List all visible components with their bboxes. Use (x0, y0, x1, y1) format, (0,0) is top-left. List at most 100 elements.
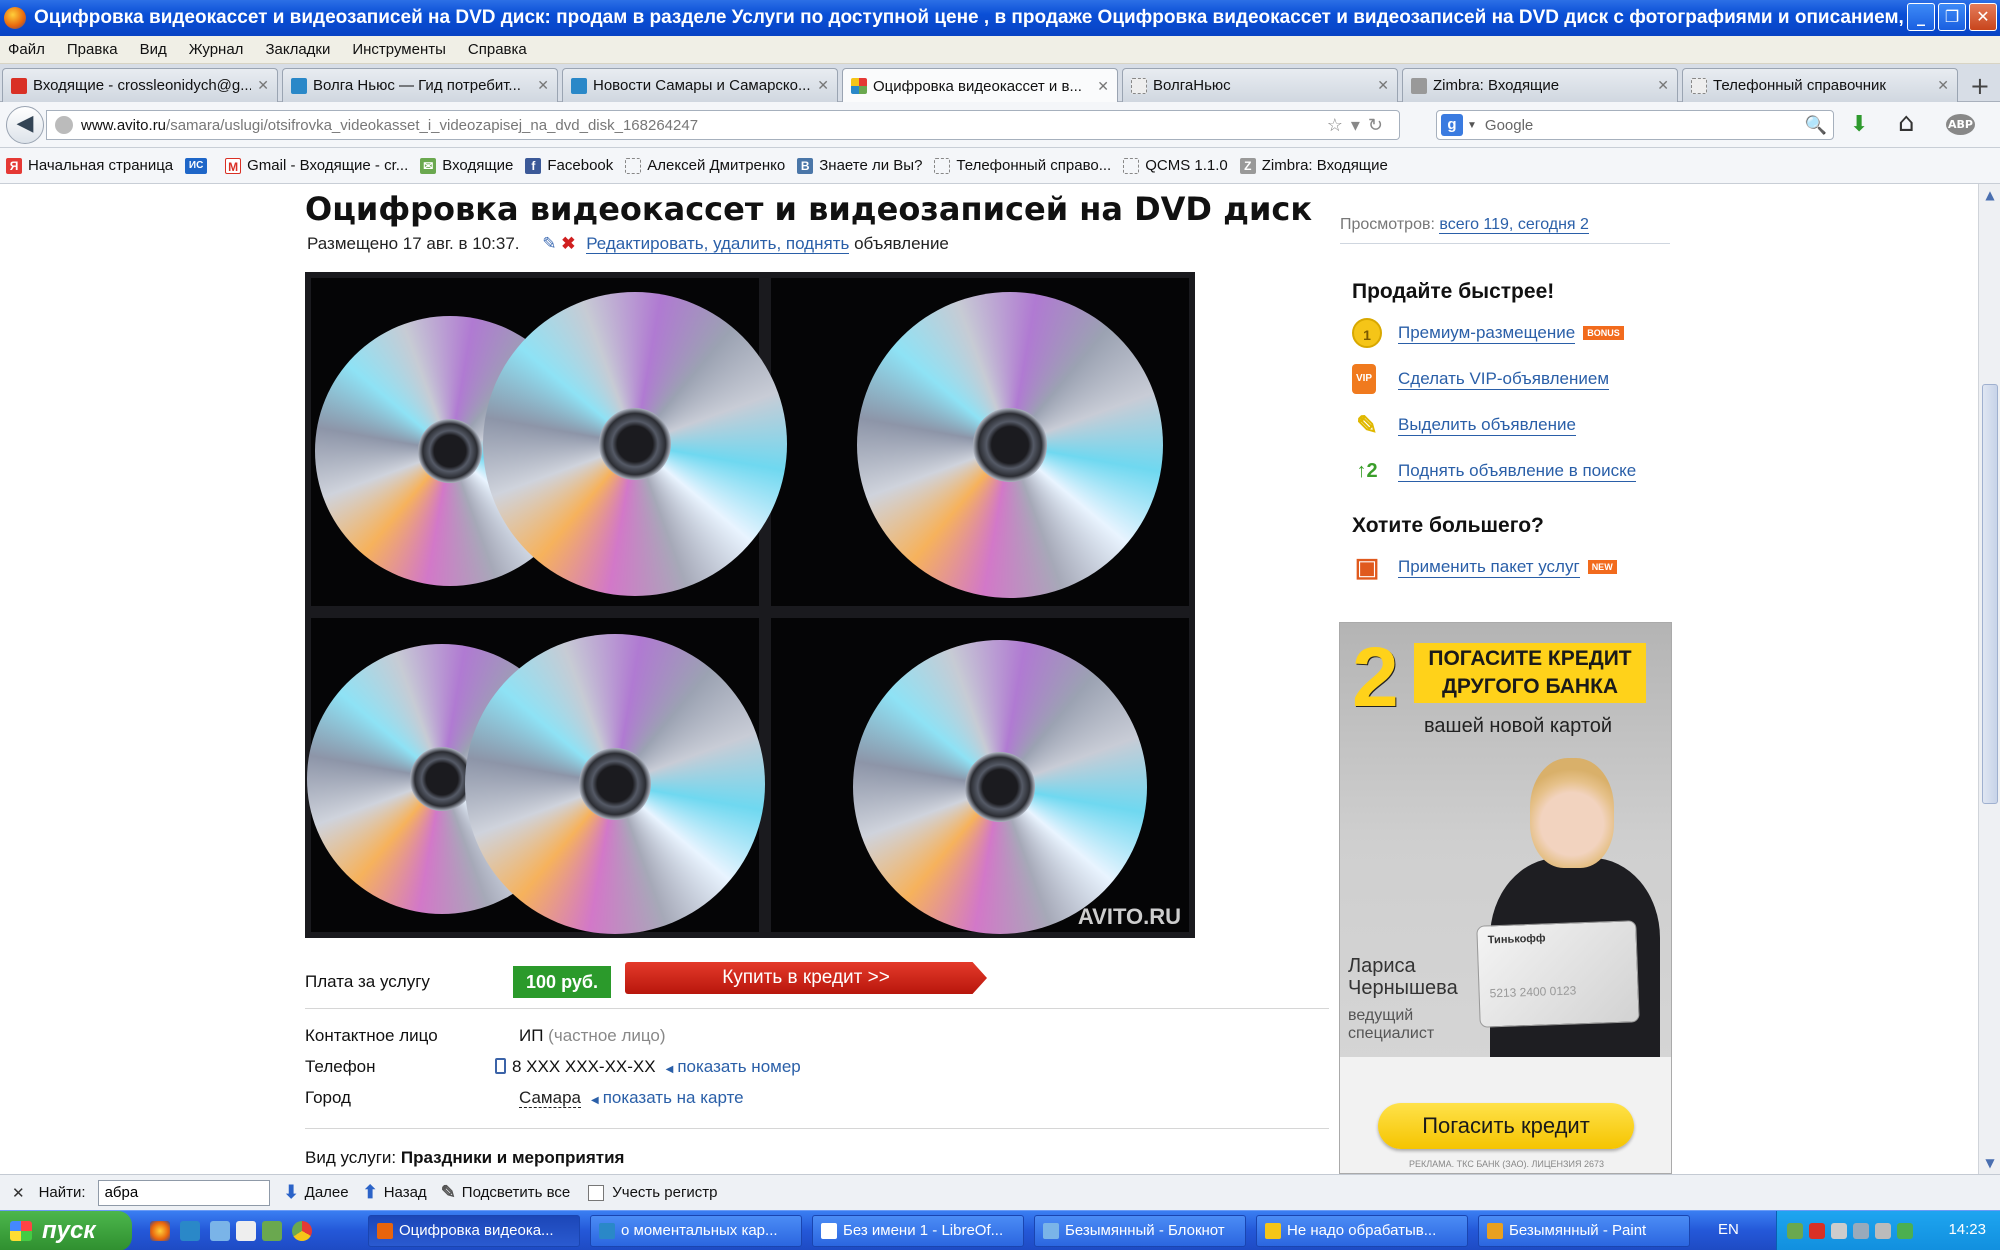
find-next-button[interactable]: ⬇ Далее (284, 1182, 349, 1203)
menu-tools[interactable]: Инструменты (352, 41, 446, 58)
close-window-button[interactable]: ✕ (1969, 3, 1997, 31)
search-box[interactable]: g ▼ Google 🔍 (1436, 110, 1834, 140)
find-input[interactable] (97, 1179, 270, 1206)
volume-icon[interactable] (1831, 1223, 1847, 1239)
url-bar[interactable]: www.avito.ru/samara/uslugi/otsifrovka_vi… (46, 110, 1400, 140)
promo-package[interactable]: ▣ Применить пакет услуг NEW (1352, 552, 1617, 582)
tray-misc-icon[interactable] (1875, 1223, 1891, 1239)
tab-close-icon[interactable]: ✕ (257, 77, 269, 94)
promo-vip[interactable]: VIP Сделать VIP-объявлением (1352, 364, 1610, 394)
tab-close-icon[interactable]: ✕ (1937, 77, 1949, 94)
premium-placement-link[interactable]: Премиум-размещение (1398, 323, 1576, 344)
match-case-checkbox[interactable] (588, 1184, 605, 1201)
show-phone-link[interactable]: показать номер (677, 1057, 800, 1076)
menu-history[interactable]: Журнал (189, 41, 244, 58)
writer-quicklaunch-icon[interactable] (236, 1221, 256, 1241)
apply-package-link[interactable]: Применить пакет услуг (1398, 557, 1580, 578)
tab-close-icon[interactable]: ✕ (1377, 77, 1389, 94)
buy-on-credit-button[interactable]: Купить в кредит >> (625, 962, 987, 994)
menu-edit[interactable]: Правка (67, 41, 118, 58)
network-icon[interactable] (1853, 1223, 1869, 1239)
promo-raise[interactable]: ↑2 Поднять объявление в поиске (1352, 456, 1637, 486)
search-icon[interactable]: 🔍 (1805, 115, 1827, 136)
bookmark-ic[interactable]: ИС (185, 157, 213, 174)
raise-in-search-link[interactable]: Поднять объявление в поиске (1398, 461, 1637, 482)
download-icon[interactable]: ⬇ (1850, 112, 1868, 137)
chevron-down-icon[interactable]: ▼ (1467, 120, 1477, 131)
bookmark-start-page[interactable]: Я Начальная страница (6, 157, 173, 174)
google-icon[interactable]: g (1441, 114, 1463, 136)
taskbar-item-notepad[interactable]: Безымянный - Блокнот (1034, 1215, 1246, 1247)
taskbar-item-libreoffice[interactable]: Без имени 1 - LibreOf... (812, 1215, 1024, 1247)
maximize-button[interactable]: ❐ (1938, 3, 1966, 31)
bookmark-aleksey[interactable]: Алексей Дмитренко (625, 157, 785, 174)
close-find-bar-icon[interactable]: ✕ (12, 1184, 25, 1202)
pencil-icon[interactable]: ✎ (542, 234, 556, 253)
site-identity-icon[interactable] (55, 116, 73, 134)
tab-zimbra[interactable]: Zimbra: Входящие ✕ (1402, 68, 1678, 102)
bookmark-zimbra[interactable]: Z Zimbra: Входящие (1239, 157, 1388, 174)
bank-ad-banner[interactable]: 2 ПОГАСИТЕ КРЕДИТ ДРУГОГО БАНКА вашей но… (1339, 622, 1672, 1174)
tab-close-icon[interactable]: ✕ (1657, 77, 1669, 94)
ie-quicklaunch-icon[interactable] (180, 1221, 200, 1241)
promo-highlight[interactable]: ✎ Выделить объявление (1352, 410, 1576, 440)
tab-avito-active[interactable]: Оцифровка видеокассет и в... ✕ (842, 68, 1118, 103)
make-vip-link[interactable]: Сделать VIP-объявлением (1398, 369, 1610, 390)
tray-antivirus-icon[interactable] (1809, 1223, 1825, 1239)
menu-file[interactable]: Файл (8, 41, 45, 58)
chrome-quicklaunch-icon[interactable] (292, 1221, 312, 1241)
highlight-ad-link[interactable]: Выделить объявление (1398, 415, 1576, 436)
scroll-up-arrow-icon[interactable]: ▲ (1983, 188, 1997, 202)
city-link[interactable]: Самара (519, 1088, 581, 1108)
tab-close-icon[interactable]: ✕ (1097, 78, 1109, 95)
bookmark-facebook[interactable]: f Facebook (525, 157, 613, 174)
document-quicklaunch-icon[interactable] (210, 1221, 230, 1241)
tray-app-icon[interactable] (1787, 1223, 1803, 1239)
new-tab-button[interactable]: + (1970, 72, 1990, 100)
taskbar-item-firefox[interactable]: Оцифровка видеока... (368, 1215, 580, 1247)
vertical-scrollbar[interactable]: ▲ ▼ (1978, 184, 2000, 1174)
pay-off-credit-button[interactable]: Погасить кредит (1378, 1103, 1634, 1149)
minimize-button[interactable]: _ (1907, 3, 1935, 31)
edit-delete-raise-link[interactable]: Редактировать, удалить, поднять (586, 234, 850, 254)
menu-view[interactable]: Вид (140, 41, 167, 58)
scroll-down-arrow-icon[interactable]: ▼ (1983, 1156, 1997, 1170)
search-input[interactable]: Google (1485, 117, 1533, 134)
tab-samara-news[interactable]: Новости Самары и Самарско... ✕ (562, 68, 838, 102)
bookmark-phonebook[interactable]: Телефонный справо... (934, 157, 1111, 174)
adblock-icon[interactable]: ABP (1946, 114, 1975, 135)
bookmark-gmail[interactable]: M Gmail - Входящие - cr... (225, 157, 408, 174)
highlight-all-button[interactable]: ✎ Подсветить все (441, 1182, 571, 1203)
taskbar-item-paint[interactable]: Безымянный - Paint (1478, 1215, 1690, 1247)
taskbar-item-folder[interactable]: Не надо обрабатыв... (1256, 1215, 1468, 1247)
language-indicator[interactable]: EN (1718, 1221, 1739, 1238)
back-button[interactable]: ◀ (6, 106, 44, 144)
want-more-heading: Хотите большего? (1352, 514, 1544, 537)
taskbar-item-ie[interactable]: о моментальных кар... (590, 1215, 802, 1247)
views-value-link[interactable]: всего 119, сегодня 2 (1439, 216, 1589, 234)
firefox-quicklaunch-icon[interactable] (150, 1221, 170, 1241)
tray-update-icon[interactable] (1897, 1223, 1913, 1239)
home-icon[interactable]: ⌂ (1898, 108, 1915, 138)
bookmark-inbox[interactable]: ✉ Входящие (420, 157, 513, 174)
tab-close-icon[interactable]: ✕ (537, 77, 549, 94)
tab-gmail[interactable]: Входящие - crossleonidych@g... ✕ (2, 68, 278, 102)
menu-bookmarks[interactable]: Закладки (265, 41, 330, 58)
promo-premium[interactable]: 1 Премиум-размещение BONUS (1352, 318, 1624, 348)
start-label: пуск (42, 1217, 96, 1244)
scrollbar-thumb[interactable] (1982, 384, 1998, 804)
calc-quicklaunch-icon[interactable] (262, 1221, 282, 1241)
ad-photo[interactable]: AVITO.RU (305, 272, 1195, 938)
show-on-map-link[interactable]: показать на карте (603, 1088, 744, 1107)
delete-icon[interactable]: ✖ (561, 234, 575, 253)
tab-close-icon[interactable]: ✕ (817, 77, 829, 94)
bookmark-did-you-know[interactable]: B Знаете ли Вы? (797, 157, 922, 174)
tab-volga-news[interactable]: Волга Ньюс — Гид потребит... ✕ (282, 68, 558, 102)
bookmark-qcms[interactable]: QCMS 1.1.0 (1123, 157, 1228, 174)
tab-volganews[interactable]: ВолгаНьюс ✕ (1122, 68, 1398, 102)
start-button[interactable]: пуск (0, 1211, 132, 1250)
bookmark-star-icon[interactable]: ☆▾↻ (1327, 115, 1391, 136)
find-prev-button[interactable]: ⬆ Назад (363, 1182, 427, 1203)
menu-help[interactable]: Справка (468, 41, 527, 58)
tab-phonebook[interactable]: Телефонный справочник ✕ (1682, 68, 1958, 102)
